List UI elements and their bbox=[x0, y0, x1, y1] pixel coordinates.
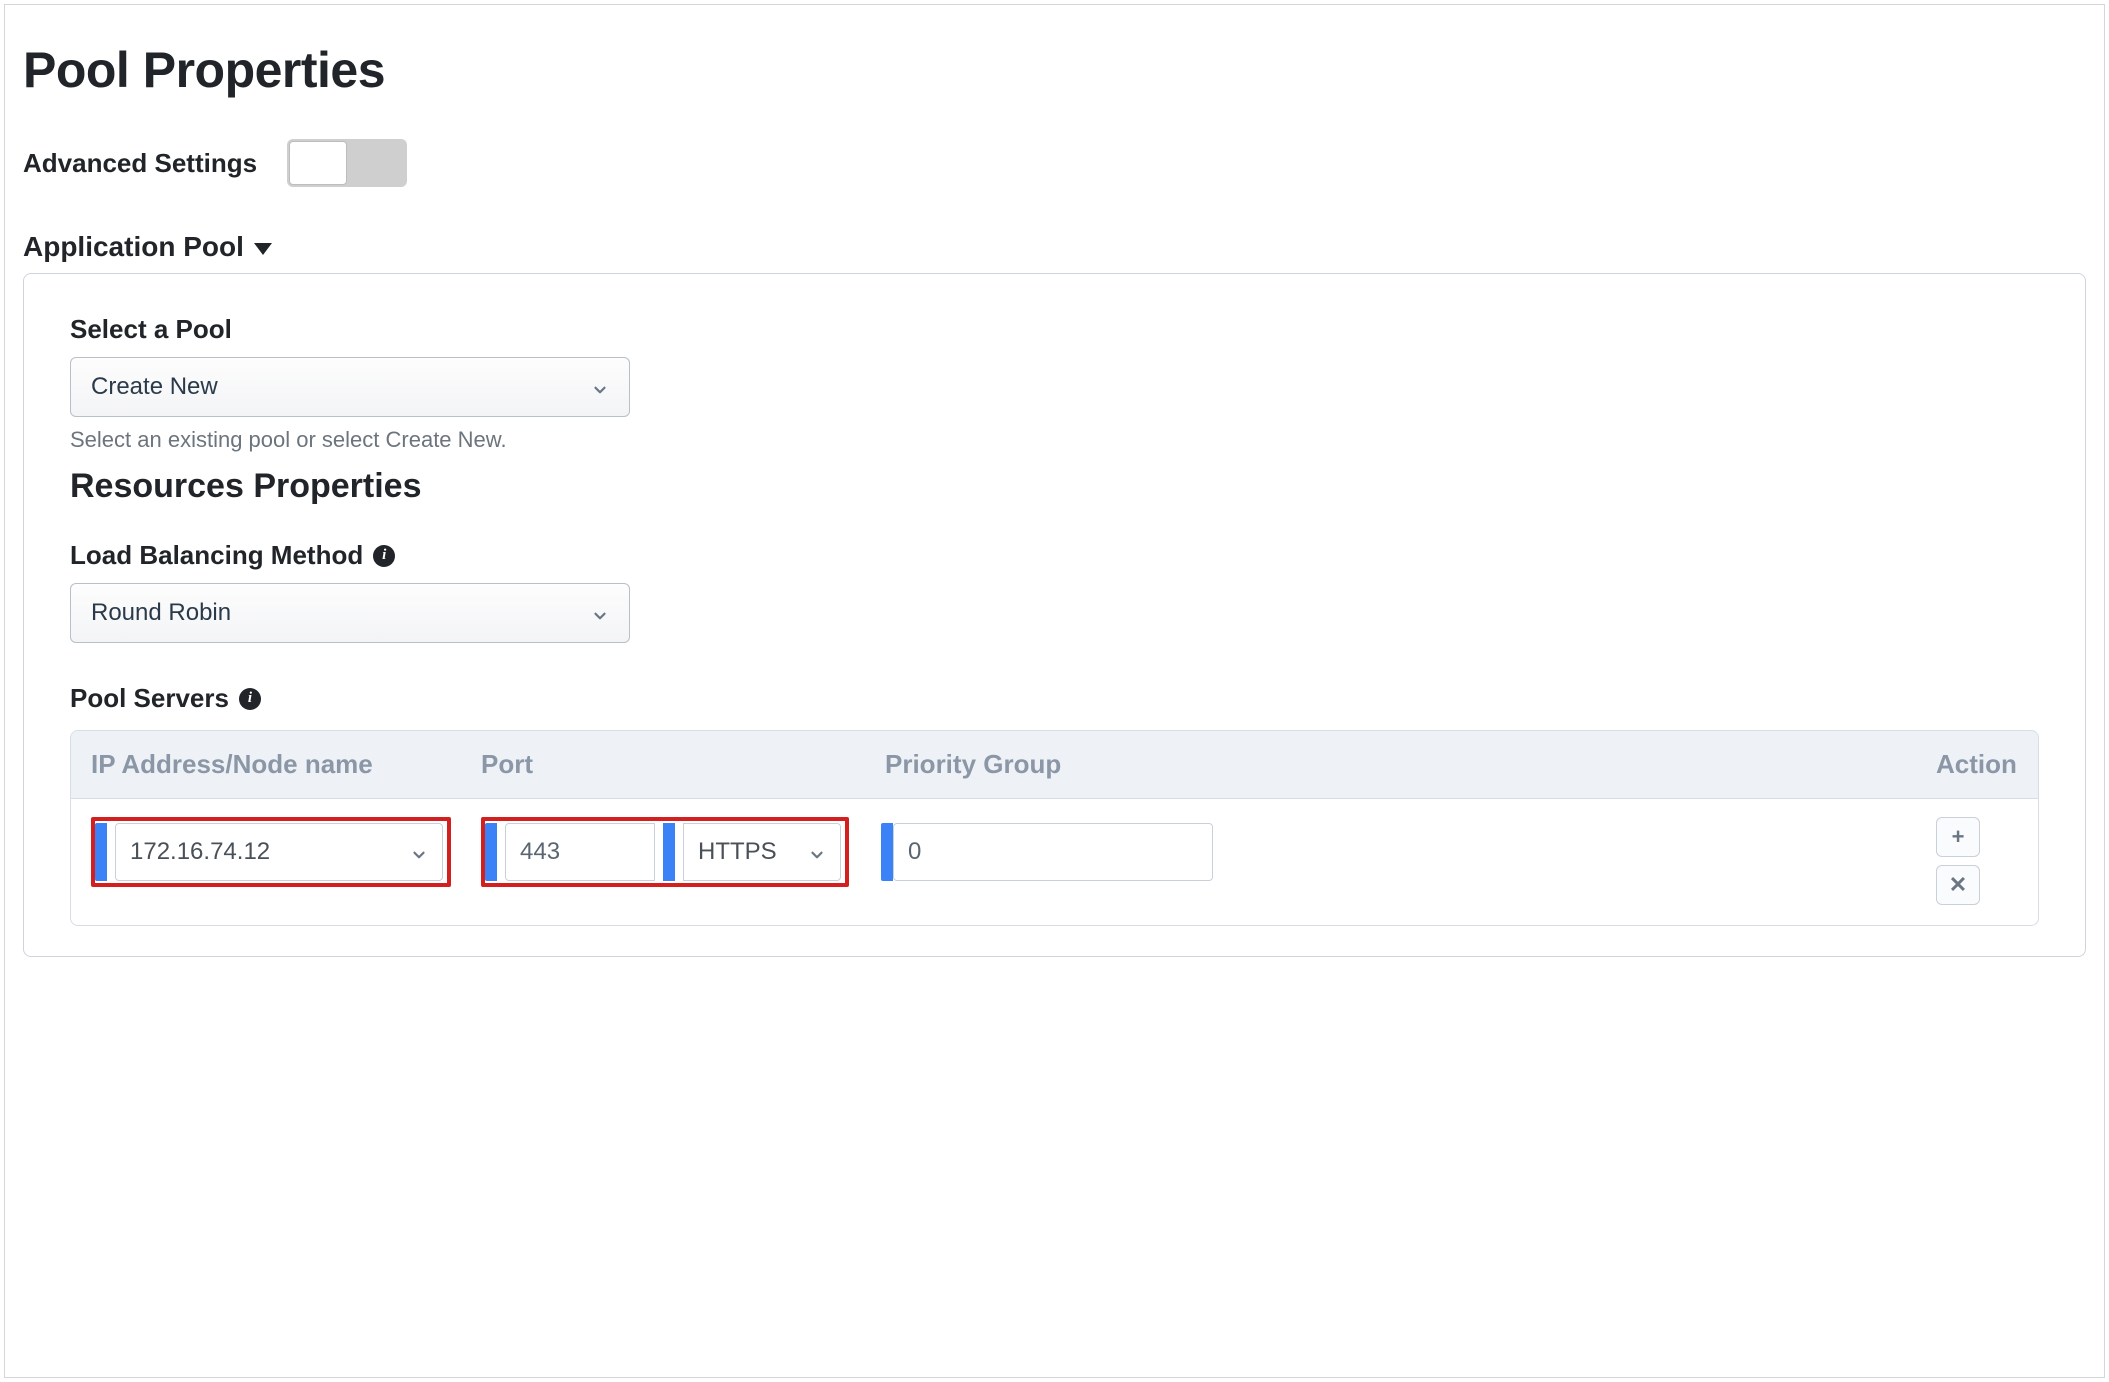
port-protocol-value: HTTPS bbox=[698, 838, 777, 866]
select-pool-label: Select a Pool bbox=[70, 314, 2039, 345]
remove-row-button[interactable]: ✕ bbox=[1936, 865, 1980, 905]
th-action: Action bbox=[1936, 749, 2018, 780]
ip-highlight: 172.16.74.12 bbox=[91, 817, 451, 887]
ip-value: 172.16.74.12 bbox=[130, 838, 270, 866]
load-balancing-method-dropdown[interactable]: Round Robin bbox=[70, 583, 630, 643]
accent-stripe bbox=[95, 823, 107, 881]
table-row: 172.16.74.12 443 bbox=[71, 799, 2038, 925]
pool-servers-label: Pool Servers i bbox=[70, 683, 2039, 714]
priority-value: 0 bbox=[908, 838, 921, 866]
resources-properties-heading: Resources Properties bbox=[70, 467, 2039, 506]
page-title: Pool Properties bbox=[23, 41, 2086, 99]
lb-method-label-text: Load Balancing Method bbox=[70, 540, 363, 571]
application-pool-section-toggle[interactable]: Application Pool bbox=[23, 231, 2086, 263]
th-port: Port bbox=[481, 749, 881, 780]
lb-method-value: Round Robin bbox=[91, 599, 231, 627]
advanced-settings-toggle[interactable] bbox=[287, 139, 407, 187]
advanced-settings-row: Advanced Settings bbox=[23, 139, 2086, 187]
chevron-down-icon bbox=[410, 843, 428, 861]
pool-servers-label-text: Pool Servers bbox=[70, 683, 229, 714]
close-icon: ✕ bbox=[1949, 872, 1967, 898]
priority-group-field[interactable]: 0 bbox=[893, 823, 1213, 881]
row-action-buttons: + ✕ bbox=[1936, 817, 2018, 905]
toggle-handle bbox=[289, 141, 347, 185]
port-number-field[interactable]: 443 bbox=[505, 823, 655, 881]
cell-action: + ✕ bbox=[1936, 817, 2018, 905]
cell-priority: 0 bbox=[881, 817, 1243, 887]
plus-icon: + bbox=[1952, 824, 1965, 850]
select-pool-value: Create New bbox=[91, 373, 218, 401]
chevron-down-icon bbox=[591, 378, 609, 396]
application-pool-panel: Select a Pool Create New Select an exist… bbox=[23, 273, 2086, 957]
info-icon[interactable]: i bbox=[239, 688, 261, 710]
cell-ip: 172.16.74.12 bbox=[91, 817, 481, 887]
table-header-row: IP Address/Node name Port Priority Group… bbox=[71, 731, 2038, 799]
select-pool-dropdown[interactable]: Create New bbox=[70, 357, 630, 417]
pool-properties-panel: Pool Properties Advanced Settings Applic… bbox=[4, 4, 2105, 1378]
accent-stripe bbox=[485, 823, 497, 881]
chevron-down-icon bbox=[808, 843, 826, 861]
priority-group-wrap: 0 bbox=[881, 817, 1243, 887]
port-highlight: 443 HTTPS bbox=[481, 817, 849, 887]
caret-down-icon bbox=[254, 243, 272, 255]
port-number-value: 443 bbox=[520, 838, 560, 866]
th-priority: Priority Group bbox=[885, 749, 1247, 780]
port-protocol-dropdown[interactable]: HTTPS bbox=[683, 823, 841, 881]
accent-stripe bbox=[663, 823, 675, 881]
ip-address-field[interactable]: 172.16.74.12 bbox=[115, 823, 443, 881]
info-icon[interactable]: i bbox=[373, 545, 395, 567]
cell-port: 443 HTTPS bbox=[481, 817, 881, 887]
load-balancing-method-label: Load Balancing Method i bbox=[70, 540, 2039, 571]
add-row-button[interactable]: + bbox=[1936, 817, 1980, 857]
th-ip: IP Address/Node name bbox=[91, 749, 481, 780]
chevron-down-icon bbox=[591, 604, 609, 622]
application-pool-label: Application Pool bbox=[23, 231, 244, 263]
select-pool-hint: Select an existing pool or select Create… bbox=[70, 427, 2039, 453]
advanced-settings-label: Advanced Settings bbox=[23, 148, 257, 179]
accent-stripe bbox=[881, 823, 893, 881]
pool-servers-table: IP Address/Node name Port Priority Group… bbox=[70, 730, 2039, 926]
